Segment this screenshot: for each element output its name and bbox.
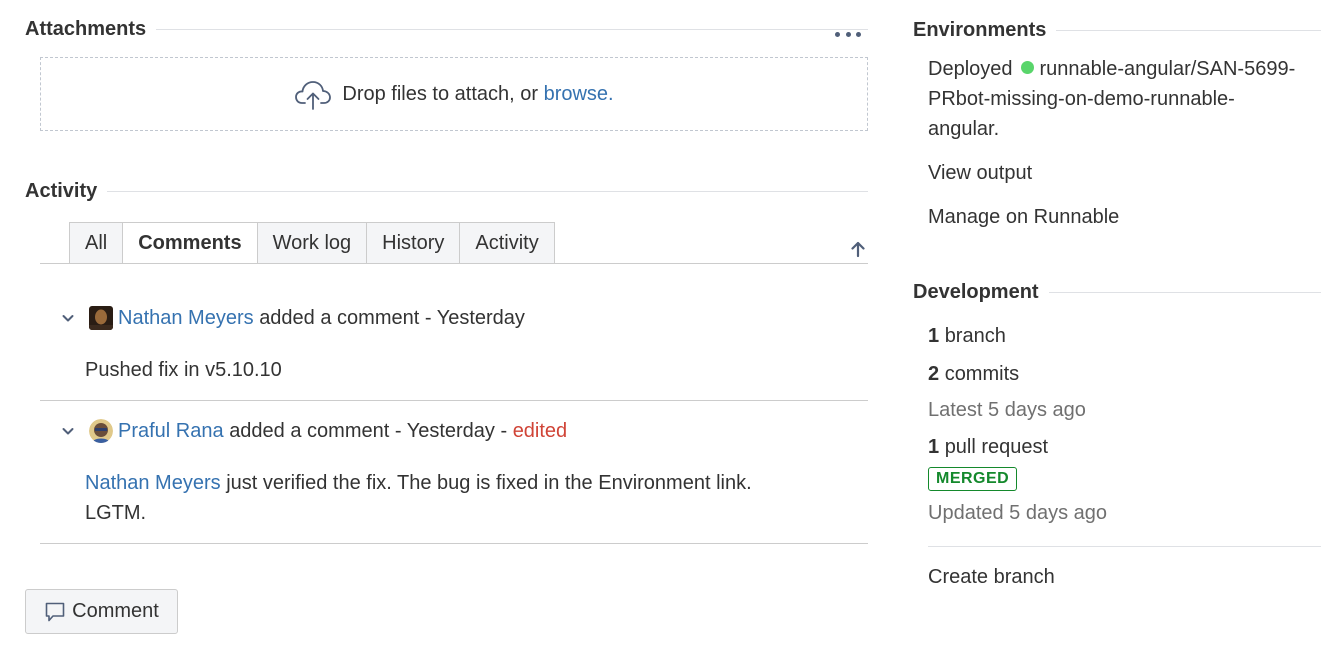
comment-text: Pushed fix in v5.10.10 [85, 359, 282, 381]
development-title: Development [913, 281, 1039, 303]
development-divider [1048, 292, 1321, 293]
attachment-dropzone[interactable]: Drop files to attach, or browse. [40, 57, 868, 131]
chevron-down-icon[interactable] [61, 424, 77, 438]
status-dot [1020, 61, 1034, 74]
comment-body: Nathan Meyers just verified the fix. The… [85, 468, 845, 528]
comment-header: Nathan Meyers added a comment - Yesterda… [61, 306, 525, 330]
dropzone-text: Drop files to attach, or [342, 82, 544, 105]
commits-link[interactable]: 2 commits [928, 359, 1019, 389]
deployment-name-line2: PRbot-missing-on-demo-runnable- [928, 88, 1235, 110]
comment-text: just verified the fix. The bug is fixed … [226, 472, 752, 494]
comment-author[interactable]: Nathan Meyers [118, 307, 254, 330]
development-divider-bottom [928, 546, 1321, 547]
browse-link[interactable]: browse. [544, 83, 614, 106]
add-comment-button[interactable]: Comment [25, 589, 178, 634]
environments-header: Environments [913, 19, 1321, 42]
comment-meta: added a comment - Yesterday [259, 306, 525, 329]
tabs-divider [40, 263, 868, 264]
tab-comments[interactable]: Comments [123, 222, 258, 264]
comment-header: Praful Rana added a comment - Yesterday … [61, 419, 567, 443]
edited-label[interactable]: edited [513, 420, 568, 443]
manage-on-runnable-link[interactable]: Manage on Runnable [928, 202, 1119, 232]
pr-updated-time: Updated 5 days ago [928, 502, 1108, 524]
deployment-status: Deployed runnable-angular/SAN-5699- PRbot… [928, 54, 1328, 144]
create-branch-link[interactable]: Create branch [928, 562, 1055, 592]
tab-work-log[interactable]: Work log [257, 222, 368, 264]
ellipsis-icon[interactable] [834, 24, 862, 44]
deployment-name-line3: angular. [928, 118, 1000, 140]
view-output-link[interactable]: View output [928, 158, 1032, 188]
branch-count: 1 [928, 325, 940, 347]
commit-label: commits [944, 363, 1020, 385]
avatar[interactable] [89, 419, 113, 443]
arrow-up-icon[interactable] [849, 240, 867, 263]
tab-all[interactable]: All [69, 222, 124, 264]
deployed-label: Deployed [928, 58, 1013, 80]
comment-icon [44, 601, 66, 623]
attachments-divider [156, 29, 868, 30]
status-badge: MERGED [928, 467, 1018, 491]
comment-button-label: Comment [72, 600, 159, 622]
activity-title: Activity [25, 180, 98, 202]
activity-header: Activity [25, 180, 868, 203]
tab-activity[interactable]: Activity [460, 222, 555, 264]
activity-divider [107, 191, 868, 192]
deployment-name-line1: runnable-angular/SAN-5699- [1039, 58, 1296, 80]
comment-body: Pushed fix in v5.10.10 [85, 355, 282, 385]
development-header: Development [913, 281, 1321, 304]
chevron-down-icon[interactable] [61, 311, 77, 325]
commit-count: 2 [928, 363, 940, 385]
attachments-title: Attachments [25, 18, 147, 40]
branches-link[interactable]: 1 branch [928, 321, 1006, 351]
cloud-upload-icon [294, 78, 332, 110]
comment-author[interactable]: Praful Rana [118, 420, 224, 443]
comment-meta: added a comment - Yesterday - [229, 419, 513, 442]
comment-divider [40, 400, 868, 401]
pull-requests-link[interactable]: 1 pull request [928, 432, 1048, 462]
environments-divider [1056, 30, 1321, 31]
comment-text: LGTM. [85, 502, 147, 524]
latest-commit-time: Latest 5 days ago [928, 399, 1086, 421]
attachments-header: Attachments [25, 18, 868, 41]
activity-tabs: All Comments Work log History Activity [69, 222, 555, 264]
pr-label: pull request [944, 436, 1049, 458]
branch-label: branch [944, 325, 1006, 347]
pr-count: 1 [928, 436, 940, 458]
avatar[interactable] [89, 306, 113, 330]
comment-divider [40, 543, 868, 544]
tab-history[interactable]: History [367, 222, 461, 264]
environments-title: Environments [913, 19, 1047, 41]
user-mention[interactable]: Nathan Meyers [85, 472, 221, 494]
